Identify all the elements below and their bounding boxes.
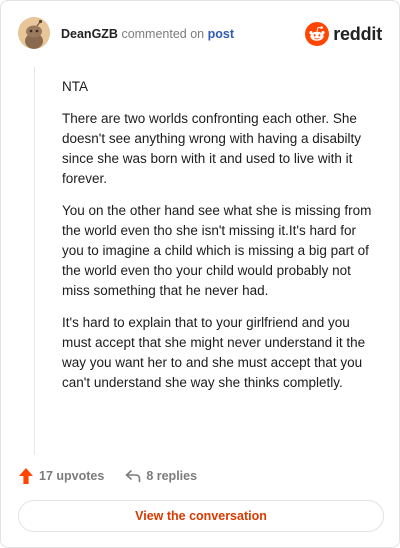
comment-body: NTA There are two worlds confronting eac… [62,77,374,405]
reddit-wordmark: reddit [333,23,382,44]
commented-on-text: commented on [121,27,205,41]
snoo-avatar-icon [18,17,50,49]
reply-arrow-icon [126,470,141,483]
view-conversation-button[interactable]: View the conversation [18,500,384,532]
replies-count: 8 replies [146,469,198,483]
comment-paragraph: There are two worlds confronting each ot… [62,111,362,186]
user-avatar[interactable] [18,17,50,49]
comment-paragraph: You on the other hand see what she is mi… [62,203,372,298]
reddit-logo-icon [305,22,330,46]
comment-paragraph: NTA [62,79,88,94]
comment-card: DeanGZB commented on post reddit NTA The… [0,0,400,548]
upvotes-stat[interactable]: 17 upvotes [18,467,104,485]
upvotes-count: 17 upvotes [39,469,105,483]
comment-header: DeanGZB commented on post reddit [1,1,399,67]
comment-paragraph: It's hard to explain that to your girlfr… [62,315,366,390]
post-link[interactable]: post [208,27,234,41]
comment-stats: 17 upvotes 8 replies [18,466,197,486]
username-link[interactable]: DeanGZB [61,27,118,41]
comment-byline: DeanGZB commented on post [61,27,234,41]
replies-stat[interactable]: 8 replies [125,469,197,483]
reddit-brand[interactable]: reddit [305,22,382,46]
upvote-arrow-icon [19,468,33,484]
thread-line [34,67,35,455]
